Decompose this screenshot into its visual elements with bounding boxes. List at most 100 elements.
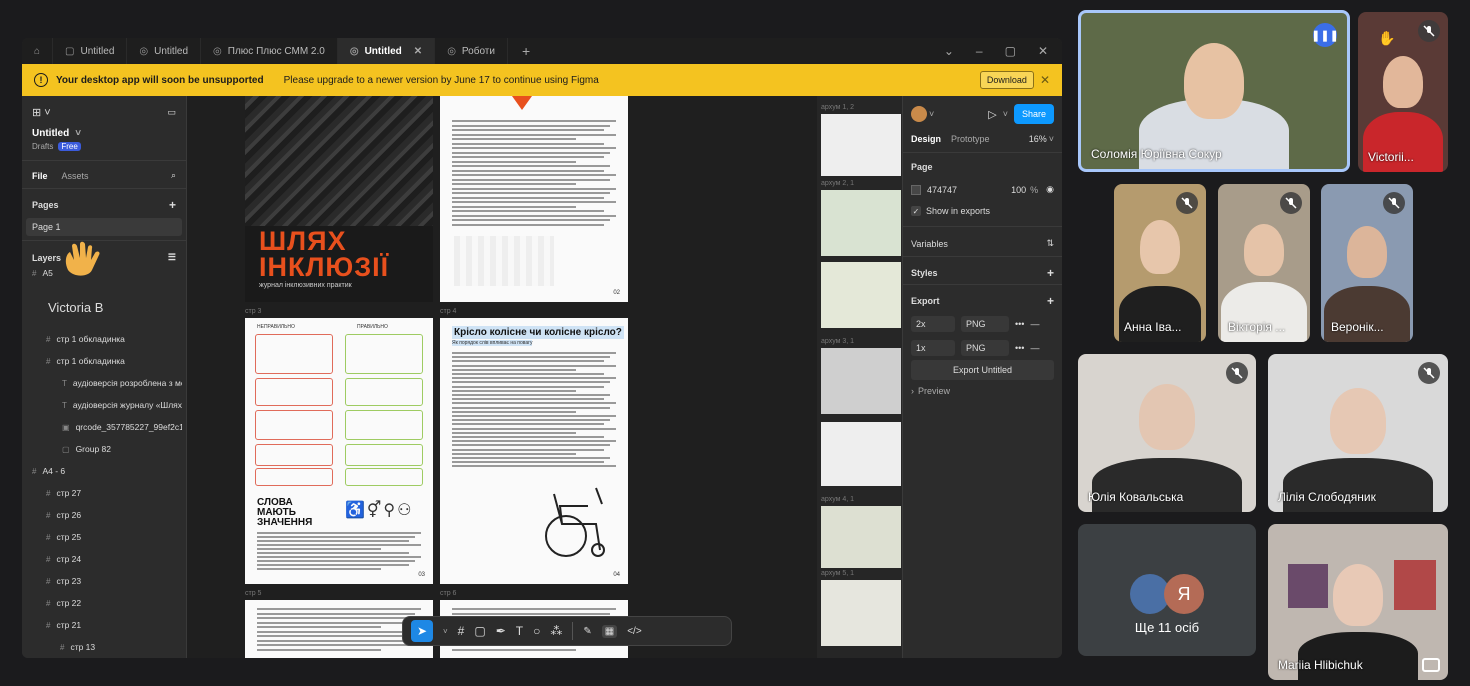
cover-page[interactable]: ШЛЯХ ІНКЛЮЗІЇ журнал інклюзивних практик	[245, 96, 433, 302]
layer-item[interactable]: # стр 1 обкладинка	[46, 356, 182, 366]
add-icon[interactable]: +	[1047, 294, 1054, 308]
video-tile[interactable]: Лілія Слободяник	[1268, 354, 1448, 512]
scale-select[interactable]: 1x	[911, 340, 955, 356]
add-page-icon[interactable]: +	[169, 198, 176, 212]
sidebar-toggle-icon[interactable]: ▭	[167, 107, 176, 118]
tab-4-active[interactable]: ◎ Untitled ✕	[337, 38, 436, 64]
layer-item[interactable]: # стр 26	[46, 510, 182, 520]
actions-icon[interactable]: ⁂	[550, 624, 562, 638]
chevron-down-icon[interactable]: ˅	[1003, 109, 1008, 119]
maximize-icon[interactable]: ▢	[1005, 44, 1016, 58]
layer-item[interactable]: Tаудіоверсія журналу «Шлях	[62, 400, 182, 410]
video-tile[interactable]: Mariia Hlibichuk	[1268, 524, 1448, 680]
video-tile[interactable]: Юлія Ковальська	[1078, 354, 1256, 512]
layer-item[interactable]: # стр 25	[46, 532, 182, 542]
home-tab[interactable]: ⌂	[22, 38, 54, 64]
add-icon[interactable]: +	[1047, 266, 1054, 280]
zoom-level[interactable]: 16%	[1029, 134, 1047, 144]
tab-design[interactable]: Design	[911, 134, 941, 144]
video-tile[interactable]: Вікторія ...	[1218, 184, 1310, 342]
thumbnail[interactable]	[821, 422, 901, 486]
frame-tool-icon[interactable]: #	[458, 624, 465, 638]
draw-mode-icon[interactable]: ✎	[583, 626, 591, 637]
file-name-row[interactable]: Untitled ˅	[32, 128, 176, 139]
remove-icon[interactable]: —	[1030, 319, 1039, 329]
chevron-down-icon[interactable]: ˅	[929, 109, 934, 119]
layer-item[interactable]: # A5	[32, 268, 182, 278]
chevron-down-icon[interactable]: ˅	[443, 627, 448, 636]
eye-icon[interactable]: ◉	[1046, 184, 1054, 195]
color-hex-input[interactable]: 474747	[927, 185, 957, 195]
pen-tool-icon[interactable]: ✒	[496, 624, 506, 638]
scale-select[interactable]: 2x	[911, 316, 955, 332]
layer-item[interactable]: # стр 23	[46, 576, 182, 586]
show-exports-row: ✓ Show in exports	[911, 206, 1054, 216]
layer-item[interactable]: # стр 27	[46, 488, 182, 498]
layer-item[interactable]: # стр 22	[46, 598, 182, 608]
tab-3[interactable]: ◎ Плюс Плюс СММ 2.0	[201, 38, 338, 64]
share-button[interactable]: Share	[1013, 104, 1054, 124]
tab-5[interactable]: ◎ Роботи	[435, 38, 508, 64]
video-tile[interactable]: ✋ Victorii...	[1358, 12, 1448, 172]
close-icon[interactable]: ✕	[1038, 44, 1048, 58]
color-swatch[interactable]	[911, 184, 921, 195]
opacity-input[interactable]: 100	[1011, 185, 1026, 195]
thumbnail[interactable]	[821, 348, 901, 414]
preview-row[interactable]: › Preview	[911, 386, 1054, 396]
move-tool-icon[interactable]: ➤	[411, 620, 433, 642]
layer-item[interactable]: # A4 - 6	[32, 466, 182, 476]
tab-2[interactable]: ◎ Untitled	[127, 38, 202, 64]
page-item-1[interactable]: Page 1	[26, 218, 182, 236]
tab-file[interactable]: File	[32, 171, 48, 181]
avatar[interactable]	[911, 106, 927, 122]
text-tool-icon[interactable]: T	[516, 624, 523, 638]
thumbnail[interactable]	[821, 580, 901, 646]
thumbnail[interactable]	[821, 190, 901, 256]
layer-item[interactable]: # стр 13	[60, 642, 182, 652]
thumbnail[interactable]	[821, 506, 901, 568]
design-canvas[interactable]: ШЛЯХ ІНКЛЮЗІЇ журнал інклюзивних практик…	[187, 96, 907, 658]
more-icon[interactable]: •••	[1015, 319, 1024, 329]
thumbnail[interactable]	[821, 262, 901, 328]
tab-prototype[interactable]: Prototype	[951, 134, 990, 144]
rectangle-tool-icon[interactable]: ▢	[474, 624, 485, 638]
chevron-down-icon[interactable]: ⌄	[944, 44, 954, 58]
video-tile-speaker[interactable]: ❚❚❚ Соломія Юріївна Сокур	[1078, 10, 1350, 172]
export-button[interactable]: Export Untitled	[911, 360, 1054, 380]
format-select[interactable]: PNG	[961, 340, 1009, 356]
layer-item[interactable]: ▢ Group 82	[62, 444, 182, 454]
layer-item[interactable]: # стр 24	[46, 554, 182, 564]
adjust-icon[interactable]: ⇅	[1046, 238, 1054, 249]
tab-assets[interactable]: Assets	[62, 171, 89, 181]
remove-icon[interactable]: —	[1030, 343, 1039, 353]
figma-logo-icon[interactable]: ⊞ ˅	[32, 106, 51, 119]
close-icon[interactable]: ✕	[1040, 73, 1050, 87]
chevron-down-icon[interactable]: ˅	[1049, 134, 1054, 144]
download-button[interactable]: Download	[979, 71, 1034, 89]
tab-1[interactable]: ▢ Untitled	[53, 38, 128, 64]
new-tab-button[interactable]: +	[508, 43, 544, 59]
close-icon[interactable]: ✕	[414, 46, 422, 57]
more-participants-tile[interactable]: Я Ще 11 осіб	[1078, 524, 1256, 656]
dev-mode-icon[interactable]: </>	[627, 626, 641, 637]
page-4[interactable]: Крісло колісне чи колісне крісло? Як пор…	[440, 318, 628, 584]
layer-item[interactable]: Tаудіоверсія розроблена з ме	[62, 378, 182, 388]
layer-item[interactable]: # стр 1 обкладинка	[46, 334, 182, 344]
list-icon[interactable]: ☰	[168, 252, 176, 263]
pip-icon[interactable]	[1422, 658, 1440, 672]
thumbnail[interactable]	[821, 114, 901, 176]
more-icon[interactable]: •••	[1015, 343, 1024, 353]
minimize-icon[interactable]: –	[976, 44, 983, 58]
page-2[interactable]: 02	[440, 96, 628, 302]
video-tile[interactable]: Анна Іва...	[1114, 184, 1206, 342]
design-mode-icon[interactable]: ▦	[601, 624, 618, 638]
page-3[interactable]: НЕПРАВИЛЬНО ПРАВИЛЬНО СЛОВА МАЮТЬ ЗНАЧЕН…	[245, 318, 433, 584]
layer-item[interactable]: ▣ qrcode_357785227_99ef2c1b	[62, 422, 182, 432]
layer-item[interactable]: # стр 21	[46, 620, 182, 630]
checkbox[interactable]: ✓	[911, 206, 921, 216]
play-icon[interactable]: ▷	[988, 108, 996, 121]
search-icon[interactable]: ⌕	[171, 170, 176, 181]
comment-tool-icon[interactable]: ○	[533, 624, 540, 638]
video-tile[interactable]: Веронік...	[1321, 184, 1413, 342]
format-select[interactable]: PNG	[961, 316, 1009, 332]
